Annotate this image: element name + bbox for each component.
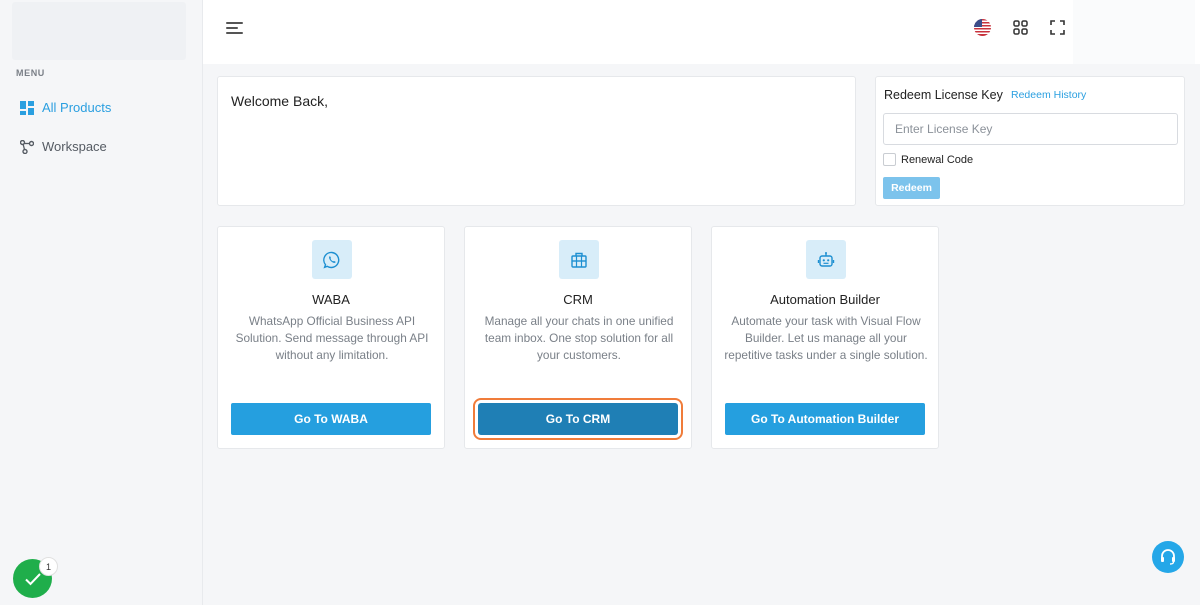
go-to-automation-builder-button[interactable]: Go To Automation Builder	[725, 403, 925, 435]
product-description: Automate your task with Visual Flow Buil…	[724, 314, 928, 362]
us-flag-icon[interactable]	[974, 19, 991, 36]
product-card-automation-builder: Automation Builder Automate your task wi…	[711, 226, 939, 449]
product-description: Manage all your chats in one unified tea…	[484, 314, 674, 362]
redeem-history-link[interactable]: Redeem History	[1011, 89, 1086, 101]
sidebar: MENU All Products Workspace	[0, 0, 203, 605]
checkmark-icon	[24, 572, 41, 585]
apps-grid-icon[interactable]	[1013, 20, 1028, 35]
welcome-card: Welcome Back,	[217, 76, 856, 206]
hamburger-menu-icon[interactable]	[226, 20, 244, 36]
whatsapp-icon	[323, 251, 340, 268]
product-icon-box	[806, 240, 846, 279]
user-profile-area[interactable]	[1073, 0, 1195, 64]
renewal-code-label: Renewal Code	[901, 153, 974, 166]
go-to-crm-button[interactable]: Go To CRM	[473, 398, 683, 440]
support-chat-button[interactable]	[1152, 541, 1184, 573]
product-title: WABA	[312, 292, 350, 307]
welcome-heading: Welcome Back,	[231, 93, 328, 109]
menu-section-label: MENU	[16, 68, 45, 78]
robot-icon	[817, 251, 835, 267]
sidebar-item-workspace[interactable]: Workspace	[20, 139, 107, 154]
sidebar-item-label: All Products	[42, 100, 112, 115]
share-nodes-icon	[20, 139, 34, 154]
grid-icon	[20, 100, 34, 115]
redeem-license-card: Redeem License Key Redeem History Renewa…	[875, 76, 1185, 206]
redeem-button[interactable]: Redeem	[883, 177, 940, 199]
top-bar	[203, 0, 1200, 64]
sidebar-item-label: Workspace	[42, 139, 107, 154]
product-card-waba: WABA WhatsApp Official Business API Solu…	[217, 226, 445, 449]
product-description: WhatsApp Official Business API Solution.…	[235, 314, 429, 362]
renewal-code-option[interactable]: Renewal Code	[883, 153, 973, 166]
license-key-input[interactable]	[883, 113, 1178, 145]
go-to-waba-button[interactable]: Go To WABA	[231, 403, 431, 435]
logo[interactable]	[12, 2, 186, 60]
renewal-code-checkbox[interactable]	[883, 153, 896, 166]
product-icon-box	[312, 240, 352, 279]
headset-icon	[1161, 549, 1175, 565]
sidebar-item-all-products[interactable]: All Products	[20, 100, 111, 115]
product-icon-box	[559, 240, 599, 279]
redeem-title: Redeem License Key	[884, 88, 1003, 102]
product-title: Automation Builder	[770, 292, 880, 307]
product-card-crm: CRM Manage all your chats in one unified…	[464, 226, 692, 449]
notification-count-badge: 1	[39, 557, 58, 576]
fullscreen-icon[interactable]	[1050, 20, 1065, 35]
product-title: CRM	[563, 292, 593, 307]
briefcase-icon	[571, 252, 587, 268]
